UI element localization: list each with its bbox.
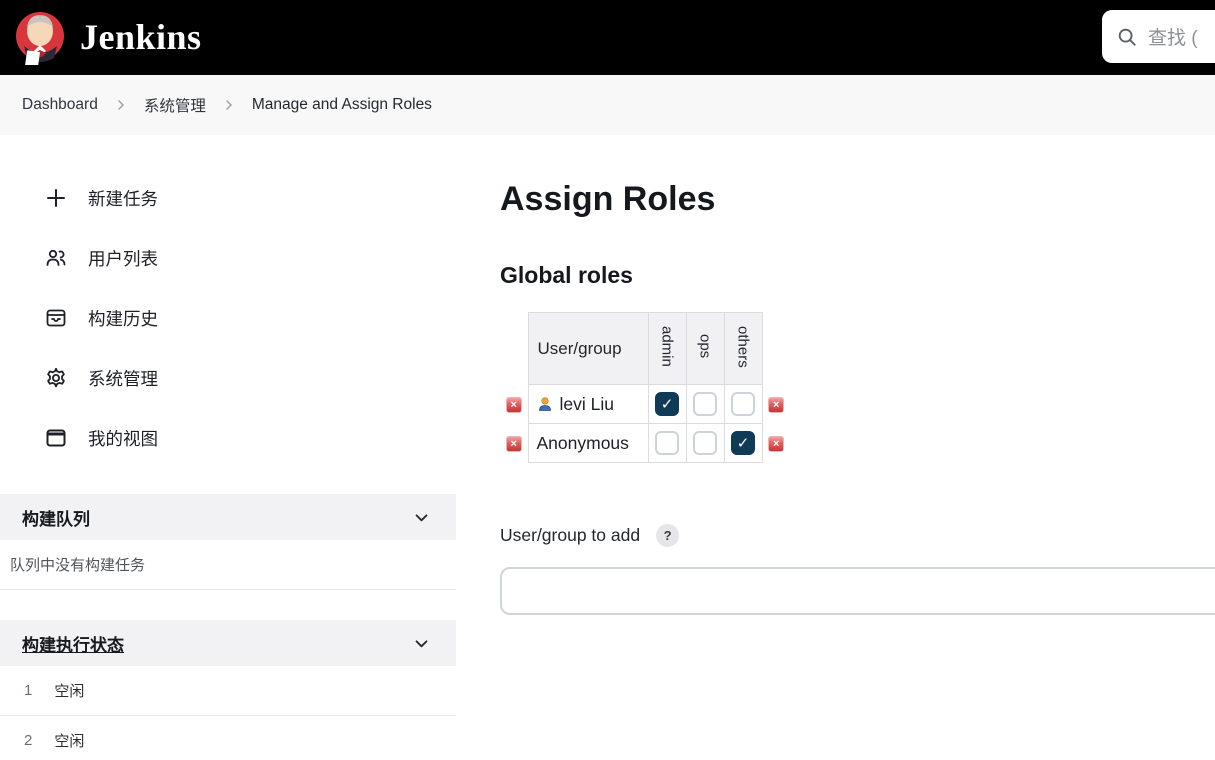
executor-number: 1: [24, 682, 32, 699]
breadcrumb: Dashboard 系统管理 Manage and Assign Roles: [0, 75, 1215, 135]
user-name: Anonymous: [537, 433, 629, 454]
executor-row: 2 空闲: [0, 716, 456, 760]
executor-status: 空闲: [54, 680, 84, 701]
plus-icon: [44, 186, 68, 210]
search-placeholder: 查找 (: [1148, 23, 1198, 50]
my-views-icon: [44, 426, 68, 450]
sidebar: 新建任务 用户列表 构建历史: [0, 135, 456, 760]
checkbox-others[interactable]: [731, 392, 755, 416]
sidebar-item-label: 系统管理: [88, 366, 158, 391]
delete-row-icon[interactable]: ×: [506, 436, 522, 452]
sidebar-item-label: 构建历史: [88, 306, 158, 331]
breadcrumb-dashboard[interactable]: Dashboard: [22, 96, 98, 114]
delete-row-icon[interactable]: ×: [768, 436, 784, 452]
top-bar: Jenkins 查找 (: [0, 0, 1215, 75]
sidebar-item-label: 新建任务: [88, 186, 158, 211]
delete-row-icon[interactable]: ×: [768, 397, 784, 413]
table-row: × levi Liu: [500, 385, 790, 424]
help-button[interactable]: ?: [656, 524, 679, 547]
column-header-admin: admin: [648, 313, 686, 385]
build-queue-title: 构建队列: [22, 505, 90, 530]
build-queue-empty-text: 队列中没有构建任务: [0, 554, 145, 575]
global-roles-table: User/group admin ops others ×: [500, 312, 1215, 463]
build-history-icon: [44, 306, 68, 330]
sidebar-item-new-job[interactable]: 新建任务: [0, 168, 456, 228]
search-icon: [1116, 26, 1138, 48]
sidebar-item-my-views[interactable]: 我的视图: [0, 408, 456, 468]
user-cell: levi Liu: [528, 385, 648, 424]
jenkins-logo: [14, 9, 66, 65]
executor-number: 2: [24, 732, 32, 749]
build-queue-empty-row: 队列中没有构建任务: [0, 540, 456, 590]
breadcrumb-manage[interactable]: 系统管理: [144, 94, 206, 116]
page-title: Assign Roles: [500, 180, 1215, 219]
executor-row: 1 空闲: [0, 666, 456, 716]
main-content: Assign Roles Global roles User/group adm…: [456, 135, 1215, 760]
delete-row-icon[interactable]: ×: [506, 397, 522, 413]
column-header-user-group: User/group: [528, 313, 648, 385]
users-icon: [44, 246, 68, 270]
table-row: × Anonymous ×: [500, 424, 790, 463]
sidebar-item-label: 用户列表: [88, 246, 158, 271]
sidebar-item-build-history[interactable]: 构建历史: [0, 288, 456, 348]
checkbox-admin[interactable]: [655, 392, 679, 416]
chevron-right-icon: [223, 99, 235, 111]
user-group-to-add-input[interactable]: [500, 567, 1215, 615]
build-queue-header[interactable]: 构建队列: [0, 494, 456, 540]
sidebar-item-manage-jenkins[interactable]: 系统管理: [0, 348, 456, 408]
chevron-down-icon: [413, 635, 430, 652]
user-cell: Anonymous: [528, 424, 648, 463]
user-group-to-add-label: User/group to add: [500, 525, 640, 546]
checkbox-ops[interactable]: [693, 431, 717, 455]
search-box[interactable]: 查找 (: [1102, 10, 1215, 63]
column-header-ops: ops: [686, 313, 724, 385]
gear-icon: [44, 366, 68, 390]
executor-status: 空闲: [54, 730, 84, 751]
sidebar-item-label: 我的视图: [88, 426, 158, 451]
build-executor-title: 构建执行状态: [22, 631, 124, 656]
column-header-others: others: [724, 313, 762, 385]
breadcrumb-current-page[interactable]: Manage and Assign Roles: [252, 96, 432, 114]
chevron-down-icon: [413, 509, 430, 526]
chevron-right-icon: [115, 99, 127, 111]
checkbox-admin[interactable]: [655, 431, 679, 455]
checkbox-ops[interactable]: [693, 392, 717, 416]
checkbox-others[interactable]: [731, 431, 755, 455]
user-icon: [537, 396, 553, 412]
global-roles-heading: Global roles: [500, 262, 1215, 289]
build-executor-header[interactable]: 构建执行状态: [0, 620, 456, 666]
sidebar-item-user-list[interactable]: 用户列表: [0, 228, 456, 288]
user-name: levi Liu: [560, 394, 614, 415]
brand-text: Jenkins: [80, 16, 202, 58]
jenkins-home-link[interactable]: Jenkins: [14, 9, 202, 65]
